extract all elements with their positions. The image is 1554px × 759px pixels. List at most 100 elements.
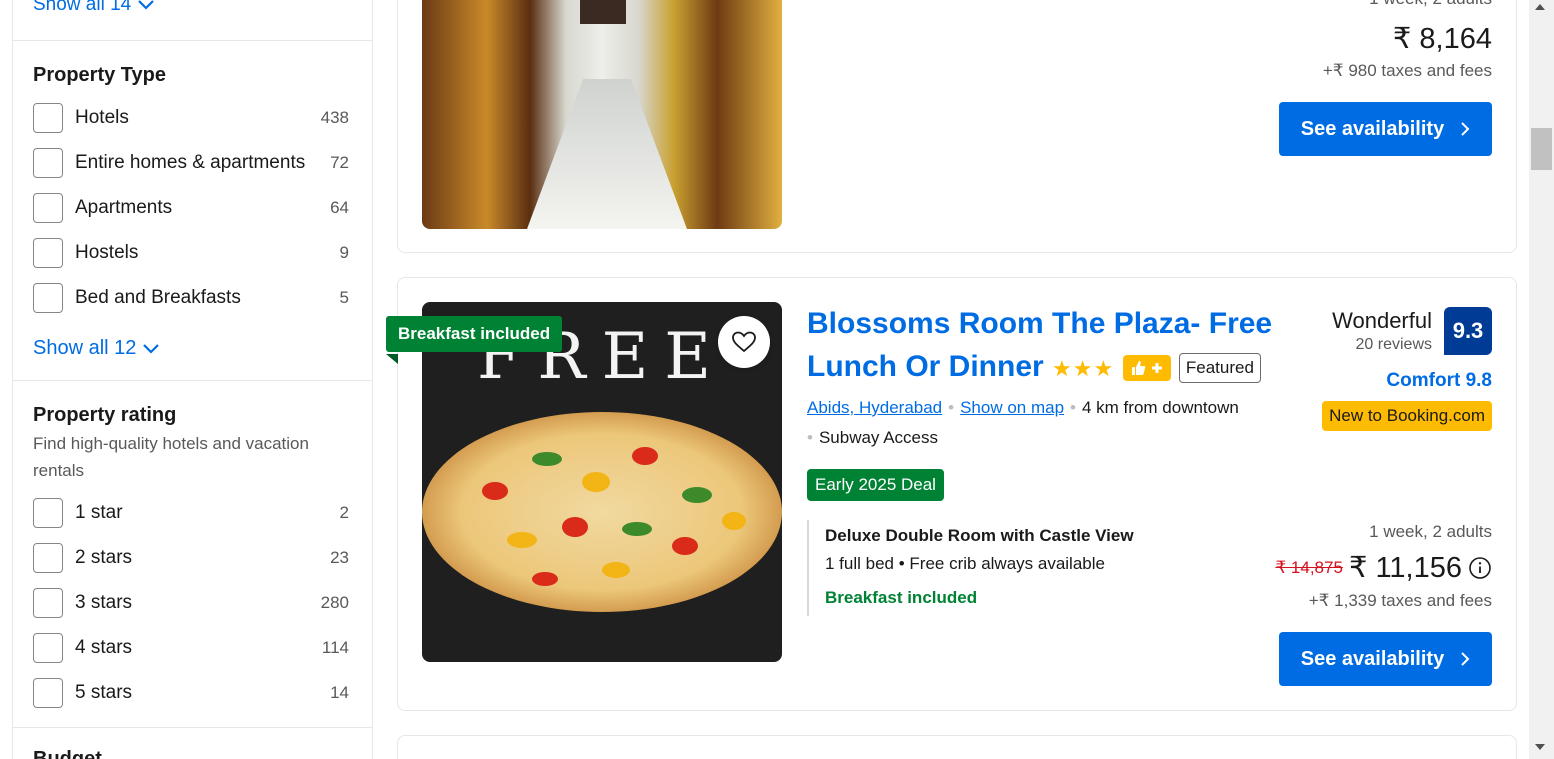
checkbox[interactable] <box>33 633 63 663</box>
filter-apartments[interactable]: Apartments 64 <box>33 193 349 223</box>
topping <box>672 537 698 555</box>
filter-hostels[interactable]: Hostels 9 <box>33 238 349 268</box>
featured-badge: Featured <box>1178 353 1261 384</box>
room-breakfast: Breakfast included <box>825 588 978 607</box>
info-icon[interactable] <box>1468 556 1492 580</box>
location-link[interactable]: Abids, Hyderabad <box>807 398 942 417</box>
checkbox[interactable] <box>33 148 63 178</box>
taxes-and-fees: +₹ 1,339 taxes and fees <box>1308 591 1492 610</box>
breakfast-included-ribbon: Breakfast included <box>386 316 563 352</box>
checkbox[interactable] <box>33 238 63 268</box>
filter-entire-homes[interactable]: Entire homes & apartments 72 <box>33 148 349 178</box>
review-score-badge[interactable]: 9.3 <box>1444 307 1492 355</box>
price-current: ₹ 11,156 <box>1348 552 1462 584</box>
property-type-heading: Property Type <box>33 64 166 86</box>
topping <box>482 482 508 500</box>
filter-label: Entire homes & apartments <box>75 152 306 173</box>
budget-heading: Budget <box>33 748 102 759</box>
show-all-top-label: Show all 14 <box>33 0 132 15</box>
price-current: ₹ 8,164 <box>1392 23 1492 55</box>
star-rating-icon: ★★★ <box>1052 356 1115 381</box>
see-availability-button[interactable]: See availability <box>1279 102 1492 156</box>
property-rating-subtitle: Find high-quality hotels and vacation re… <box>33 434 309 480</box>
filter-label: Hostels <box>75 242 139 263</box>
deal-badge: Early 2025 Deal <box>807 469 944 501</box>
filter-count: 438 <box>320 108 349 127</box>
thumbs-up-plus-icon <box>1122 355 1171 382</box>
topping <box>582 472 610 492</box>
filter-label: 4 stars <box>75 637 133 658</box>
separator-dot: • <box>948 398 955 417</box>
filter-count: 64 <box>330 198 349 217</box>
filter-label: 2 stars <box>75 547 133 568</box>
property-card: FREE Breakfast included Blossoms Room Th… <box>386 277 1517 711</box>
property-card <box>397 735 1517 759</box>
scroll-down-arrow-icon[interactable] <box>1535 744 1545 750</box>
filter-5-stars[interactable]: 5 stars 14 <box>33 678 349 708</box>
divider <box>13 380 372 381</box>
filter-2-stars[interactable]: 2 stars 23 <box>33 543 349 573</box>
photo-pizza <box>422 412 782 612</box>
see-availability-button[interactable]: See availability <box>1279 632 1492 686</box>
topping <box>622 522 652 536</box>
room-info: Deluxe Double Room with Castle View 1 fu… <box>807 520 1134 616</box>
review-count[interactable]: 20 reviews <box>1356 336 1432 354</box>
stay-duration: 1 week, 2 adults <box>1369 0 1492 9</box>
filter-count: 280 <box>320 593 349 612</box>
filters-sidebar: Show all 14 Property Type Hotels 438 Ent… <box>12 0 373 759</box>
topping <box>507 532 537 548</box>
review-word: Wonderful <box>1332 308 1432 333</box>
thumbs-up-icon <box>1131 361 1162 376</box>
property-photo[interactable] <box>422 0 782 229</box>
filter-count: 14 <box>330 683 349 702</box>
filter-count: 5 <box>339 288 349 307</box>
room-description: 1 full bed • Free crib always available <box>825 554 1105 573</box>
filter-4-stars[interactable]: 4 stars 114 <box>33 633 349 663</box>
chevron-down-icon <box>138 0 155 10</box>
separator-dot: • <box>807 428 813 447</box>
filter-count: 2 <box>339 503 349 522</box>
filter-1-star[interactable]: 1 star 2 <box>33 498 349 528</box>
chevron-down-icon <box>143 343 160 354</box>
price-original: ₹ 14,875 <box>1275 557 1343 577</box>
checkbox[interactable] <box>33 103 63 133</box>
filter-label: Hotels <box>75 107 129 128</box>
photo-floor <box>527 79 687 229</box>
comfort-score: Comfort 9.8 <box>1386 370 1492 391</box>
scrollbar-track[interactable] <box>1529 0 1554 759</box>
filter-hotels[interactable]: Hotels 438 <box>33 103 349 133</box>
checkbox[interactable] <box>33 678 63 708</box>
taxes-and-fees: +₹ 980 taxes and fees <box>1322 61 1492 80</box>
topping <box>602 562 630 578</box>
checkbox[interactable] <box>33 498 63 528</box>
checkbox[interactable] <box>33 283 63 313</box>
show-all-top-link[interactable]: Show all 14 <box>33 0 155 16</box>
stay-duration: 1 week, 2 adults <box>1369 522 1492 541</box>
filter-3-stars[interactable]: 3 stars 280 <box>33 588 349 618</box>
checkbox[interactable] <box>33 543 63 573</box>
price: ₹ 14,875 ₹ 11,156 <box>1275 550 1492 585</box>
subway-text: Subway Access <box>818 428 939 447</box>
divider <box>13 727 372 728</box>
room-name: Deluxe Double Room with Castle View <box>825 526 1134 545</box>
property-rating-heading: Property rating <box>33 404 177 426</box>
button-label: See availability <box>1300 647 1445 670</box>
checkbox[interactable] <box>33 588 63 618</box>
filter-count: 23 <box>330 548 349 567</box>
topping <box>562 517 588 537</box>
checkbox[interactable] <box>33 193 63 223</box>
filter-bed-and-breakfasts[interactable]: Bed and Breakfasts 5 <box>33 283 349 313</box>
filter-count: 114 <box>321 638 349 657</box>
property-card: 1 week, 2 adults ₹ 8,164 +₹ 980 taxes an… <box>397 0 1517 253</box>
show-on-map-link[interactable]: Show on map <box>960 398 1064 417</box>
heart-icon <box>732 331 756 353</box>
filter-count: 9 <box>339 243 349 262</box>
save-to-wishlist-button[interactable] <box>718 316 770 368</box>
scrollbar-thumb[interactable] <box>1531 128 1552 170</box>
filter-label: Bed and Breakfasts <box>75 287 241 308</box>
photo-door <box>580 0 626 24</box>
topping <box>682 487 712 503</box>
divider <box>13 40 372 41</box>
show-all-property-types-link[interactable]: Show all 12 <box>33 337 160 360</box>
scroll-up-arrow-icon[interactable] <box>1535 4 1545 10</box>
